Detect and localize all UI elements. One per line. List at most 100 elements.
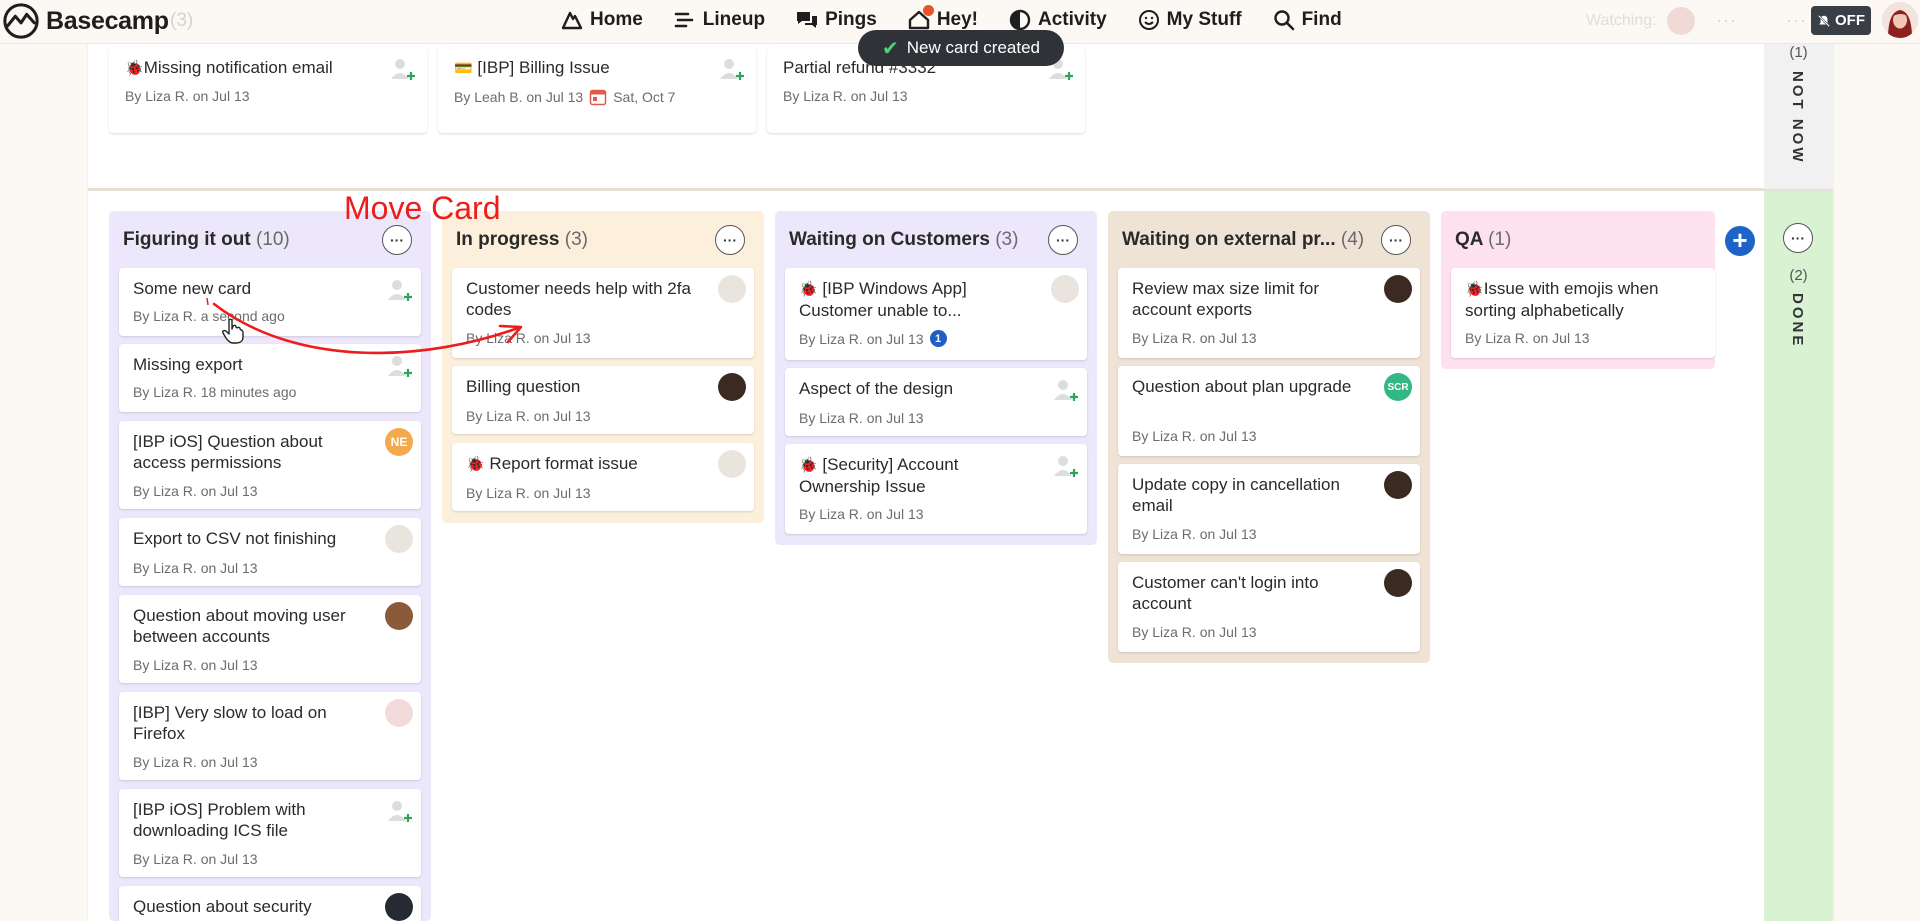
not-now-label: NOT NOW — [1789, 71, 1806, 165]
more-icon: ··· — [1389, 232, 1403, 248]
more-icon: ··· — [390, 232, 404, 248]
card-meta: By Liza R. on Jul 13 — [133, 657, 258, 673]
card-security-ownership[interactable]: 🐞 [Security] Account Ownership Issue By … — [785, 444, 1087, 534]
card-missing-notification-email[interactable]: 🐞Missing notification email By Liza R. o… — [109, 47, 427, 133]
app-name: Basecamp — [46, 6, 169, 35]
toast-notification: ✔ New card created — [858, 30, 1064, 66]
assignee-avatar[interactable]: NE — [385, 428, 413, 456]
column-menu-button[interactable]: ··· — [1048, 225, 1078, 255]
background-count: (3) — [170, 10, 194, 31]
not-now-column[interactable]: (1) NOT NOW — [1764, 44, 1833, 189]
nav-activity[interactable]: Activity — [1008, 8, 1107, 32]
nav-pings[interactable]: Pings — [795, 8, 877, 32]
card-export-csv[interactable]: Export to CSV not finishing By Liza R. o… — [119, 518, 421, 586]
card-slow-firefox[interactable]: [IBP] Very slow to load on Firefox By Li… — [119, 692, 421, 780]
assignee-avatar[interactable] — [385, 893, 413, 921]
assignee-avatar[interactable] — [385, 602, 413, 630]
done-menu-button[interactable]: ··· — [1783, 223, 1813, 253]
card-moving-user[interactable]: Question about moving user between accou… — [119, 595, 421, 683]
assignee-avatar[interactable] — [1384, 471, 1412, 499]
card-report-format[interactable]: 🐞 Report format issue By Liza R. on Jul … — [452, 443, 754, 511]
card-title: Question about plan upgrade — [1132, 377, 1352, 396]
card-missing-export[interactable]: Missing export By Liza R. 18 minutes ago — [119, 344, 421, 412]
nav-find-label: Find — [1301, 9, 1342, 30]
nav-hey[interactable]: Hey! — [907, 5, 978, 32]
card-title: Update copy in cancellation email — [1132, 475, 1340, 515]
assignee-avatar[interactable] — [385, 699, 413, 727]
column-title: Figuring it out (10) — [123, 229, 290, 251]
card-security-question[interactable]: Question about security — [119, 886, 421, 921]
card-title: [IBP iOS] Question about access permissi… — [133, 432, 323, 472]
nav-mystuff[interactable]: My Stuff — [1137, 8, 1242, 32]
column-name: Waiting on Customers — [789, 229, 990, 250]
watcher-avatar[interactable] — [1666, 7, 1695, 35]
nav-home[interactable]: Home — [560, 8, 643, 32]
user-avatar-image — [1882, 2, 1918, 38]
column-name: QA — [1455, 229, 1483, 250]
card-ics-file[interactable]: [IBP iOS] Problem with downloading ICS f… — [119, 789, 421, 877]
column-menu-button[interactable]: ··· — [1381, 225, 1411, 255]
add-assignee-icon[interactable] — [1050, 374, 1080, 404]
bug-icon: 🐞 — [1465, 281, 1484, 298]
card-ibp-windows-app[interactable]: 🐞 [IBP Windows App] Customer unable to..… — [785, 268, 1087, 360]
card-aspect-design[interactable]: Aspect of the design By Liza R. on Jul 1… — [785, 368, 1087, 436]
card-billing-question[interactable]: Billing question By Liza R. on Jul 13 — [452, 366, 754, 434]
card-title: Customer can't login into account — [1132, 573, 1319, 613]
assignee-avatar[interactable]: SCR — [1384, 373, 1412, 401]
add-column-button[interactable]: + — [1725, 226, 1755, 256]
column-title: Waiting on Customers (3) — [789, 229, 1018, 251]
assignee-avatar[interactable] — [385, 525, 413, 553]
card-title: Billing question — [466, 377, 581, 396]
card-title: Customer needs help with 2fa codes — [466, 279, 691, 319]
card-meta: By Liza R. on Jul 13 — [133, 560, 258, 576]
card-2fa-codes[interactable]: Customer needs help with 2fa codes By Li… — [452, 268, 754, 358]
card-title: Question about moving user between accou… — [133, 606, 346, 646]
column-menu-button[interactable]: ··· — [715, 225, 745, 255]
add-assignee-icon[interactable] — [384, 350, 414, 380]
card-ibp-billing-issue[interactable]: 💳 [IBP] Billing Issue By Leah B. on Jul … — [438, 47, 756, 133]
card-title: Question about security — [133, 897, 312, 916]
checkmark-icon: ✔ — [882, 37, 899, 60]
pings-icon — [797, 12, 818, 28]
add-assignee-icon[interactable] — [384, 795, 414, 825]
activity-icon — [1009, 9, 1031, 31]
card-meta: By Liza R. on Jul 13 — [1465, 330, 1590, 346]
assignee-avatar[interactable] — [718, 450, 746, 478]
assignee-avatar[interactable] — [718, 373, 746, 401]
notifications-off-label: OFF — [1835, 12, 1865, 29]
lineup-icon — [674, 12, 694, 28]
add-assignee-icon[interactable] — [1050, 450, 1080, 480]
done-column[interactable]: ··· (2) DONE — [1764, 191, 1833, 921]
bug-icon: 🐞 — [125, 60, 144, 77]
card-cancellation-email[interactable]: Update copy in cancellation email By Liz… — [1118, 464, 1420, 554]
nav-home-label: Home — [590, 9, 643, 30]
add-assignee-icon[interactable] — [716, 53, 746, 83]
card-review-max-size[interactable]: Review max size limit for account export… — [1118, 268, 1420, 358]
nav-find[interactable]: Find — [1272, 8, 1342, 32]
add-assignee-icon[interactable] — [384, 274, 414, 304]
card-ibp-ios-access-permissions[interactable]: [IBP iOS] Question about access permissi… — [119, 421, 421, 509]
basecamp-logo[interactable]: Basecamp — [2, 2, 169, 40]
watching-label: Watching: — [1586, 12, 1657, 29]
card-meta: By Liza R. on Jul 13 — [783, 88, 908, 104]
card-some-new-card[interactable]: Some new card By Liza R. a second ago — [119, 268, 421, 336]
assignee-avatar[interactable] — [1384, 569, 1412, 597]
nav-lineup[interactable]: Lineup — [673, 8, 765, 32]
column-count: (10) — [255, 229, 290, 250]
card-emoji-sorting[interactable]: 🐞Issue with emojis when sorting alphabet… — [1451, 268, 1715, 358]
hand-cursor-icon — [222, 318, 244, 344]
add-assignee-icon[interactable] — [387, 53, 417, 83]
user-avatar[interactable] — [1882, 2, 1918, 38]
card-plan-upgrade[interactable]: Question about plan upgrade By Liza R. o… — [1118, 366, 1420, 456]
assignee-avatar[interactable] — [1051, 275, 1079, 303]
not-now-count: (1) — [1789, 44, 1808, 61]
card-cant-login[interactable]: Customer can't login into account By Liz… — [1118, 562, 1420, 652]
assignee-avatar[interactable] — [718, 275, 746, 303]
notification-dot — [922, 5, 934, 16]
assignee-avatar[interactable] — [1384, 275, 1412, 303]
notifications-off-button[interactable]: OFF — [1811, 6, 1871, 35]
card-title-row: 💳 [IBP] Billing Issue — [454, 57, 610, 79]
column-menu-button[interactable]: ··· — [382, 225, 412, 255]
card-meta: By Liza R. on Jul 13 — [125, 88, 250, 104]
column-title: In progress (3) — [456, 229, 588, 251]
